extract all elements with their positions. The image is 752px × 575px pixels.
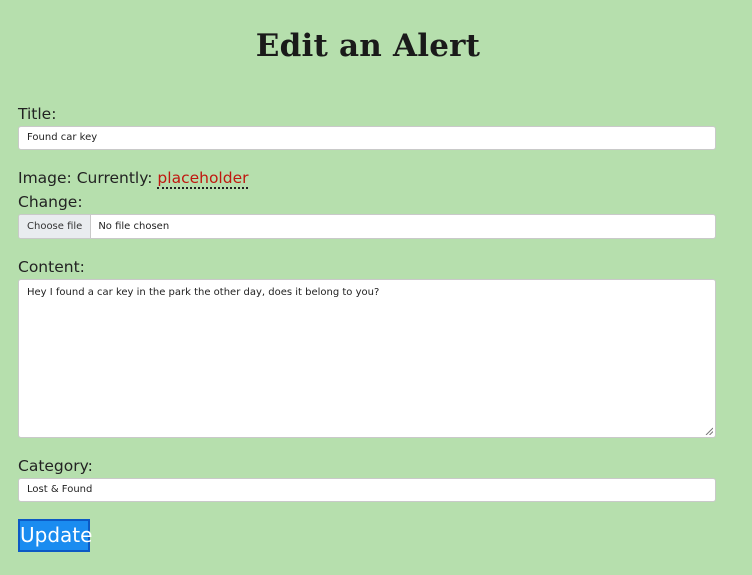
file-status-text: No file chosen xyxy=(98,221,170,232)
title-label: Title: xyxy=(18,105,57,123)
category-label: Category: xyxy=(18,457,93,475)
change-label: Change: xyxy=(18,193,83,211)
content-textarea[interactable]: Hey I found a car key in the park the ot… xyxy=(18,279,716,438)
image-label: Image: Currently: xyxy=(18,169,153,187)
resize-handle-icon[interactable] xyxy=(705,427,713,435)
choose-file-button[interactable]: Choose file xyxy=(19,215,92,238)
current-image-link[interactable]: placeholder xyxy=(157,169,249,189)
content-label: Content: xyxy=(18,258,85,276)
content-text: Hey I found a car key in the park the ot… xyxy=(27,287,380,298)
category-input[interactable]: Lost & Found xyxy=(18,478,716,502)
image-line: Image: Currently: placeholder xyxy=(18,169,249,189)
image-file-input[interactable]: Choose file No file chosen xyxy=(18,214,716,239)
update-button[interactable]: Update xyxy=(18,519,92,552)
title-input[interactable]: Found car key xyxy=(18,126,716,150)
edit-alert-page: Edit an Alert Title: Found car key Image… xyxy=(0,0,752,575)
page-title: Edit an Alert xyxy=(255,28,481,64)
